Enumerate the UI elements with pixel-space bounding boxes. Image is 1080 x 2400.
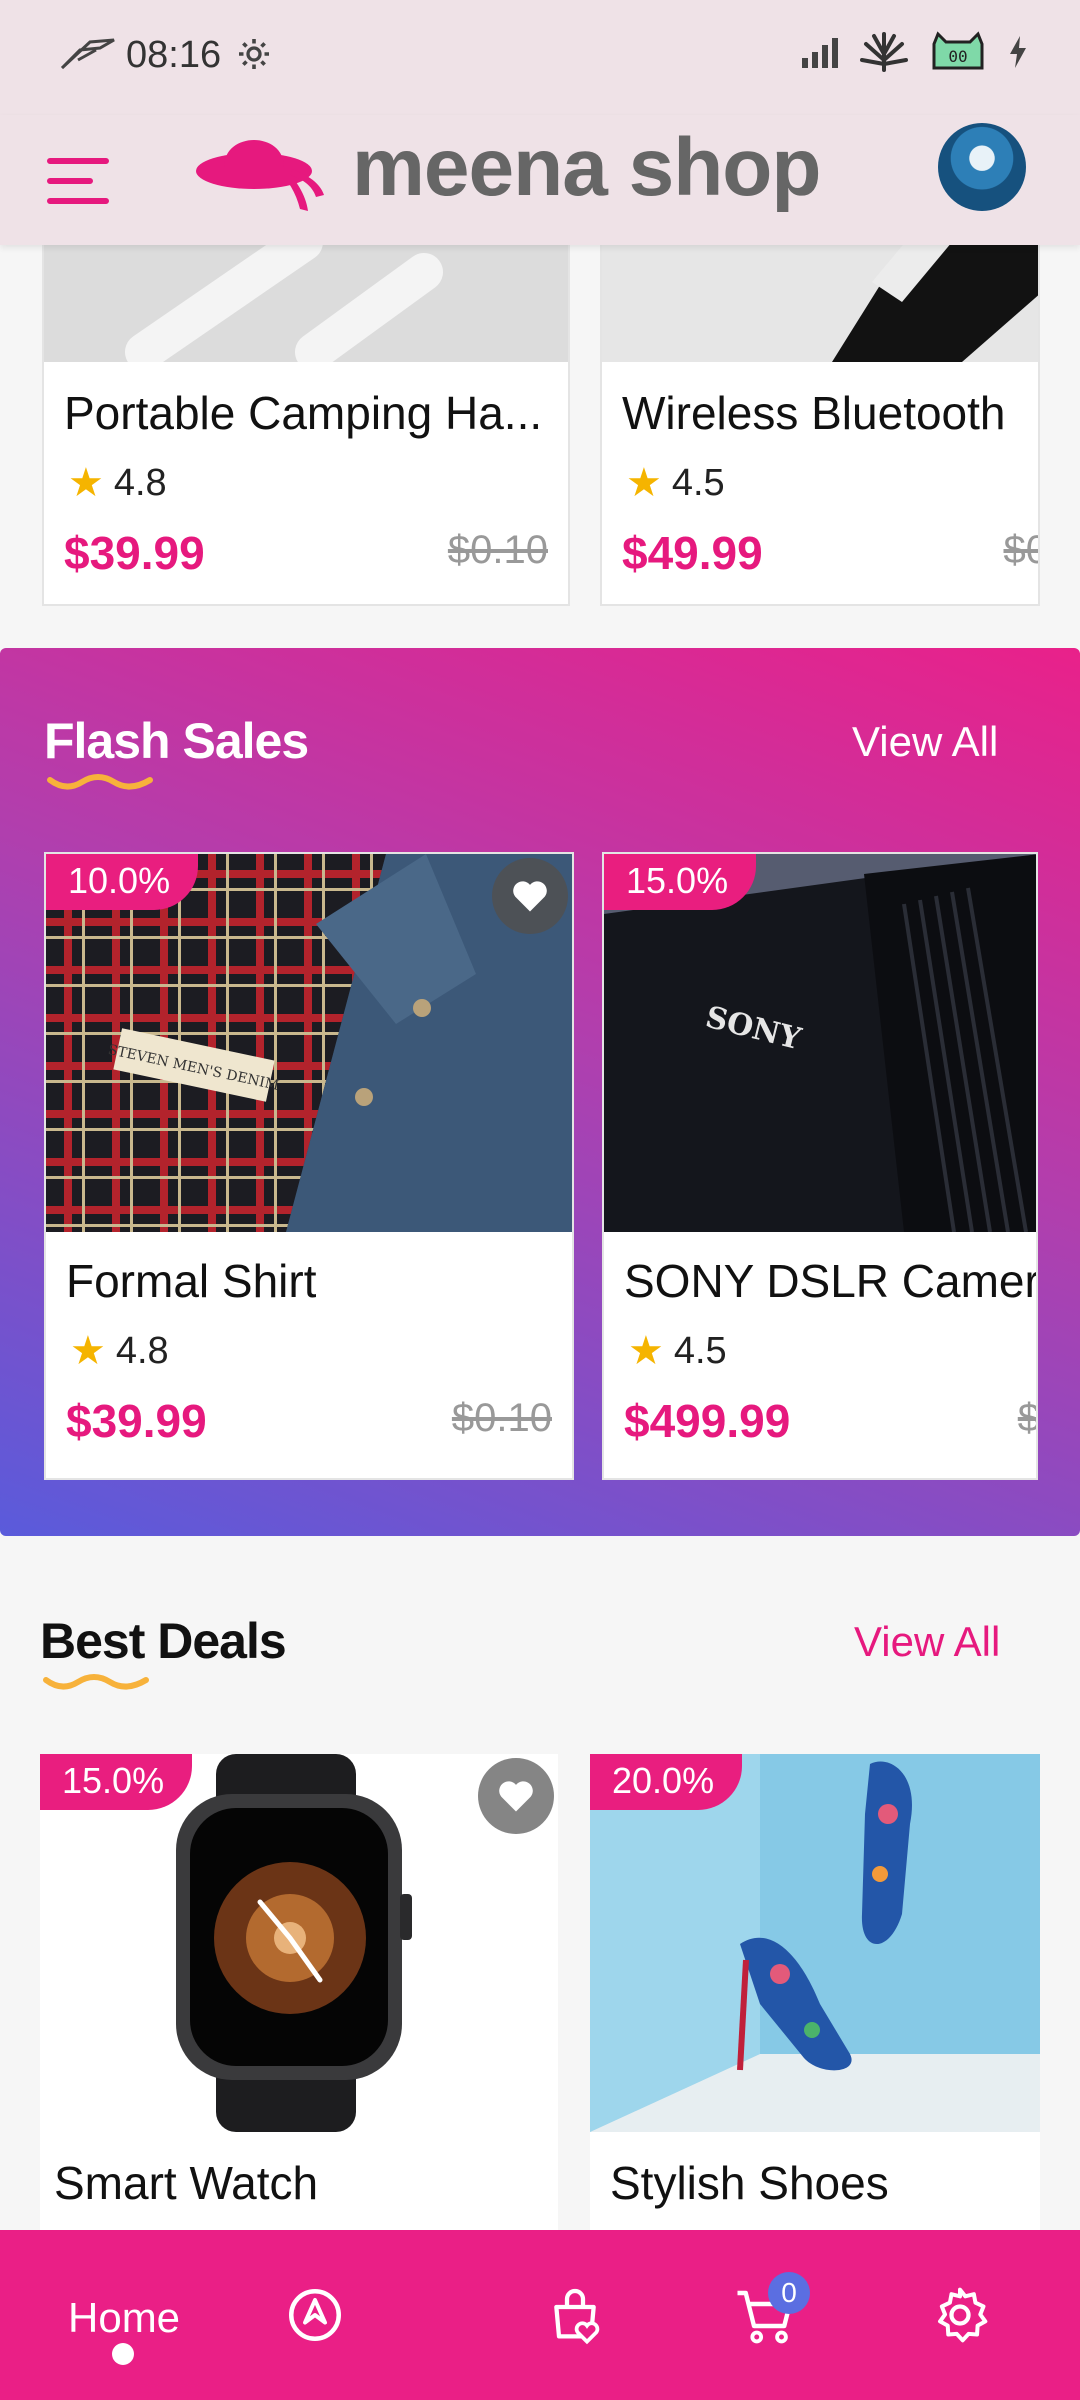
product-price: $49.99 xyxy=(622,527,763,579)
product-title: SONY DSLR Camera xyxy=(624,1255,1038,1307)
nav-cart[interactable] xyxy=(710,2230,820,2400)
bottom-nav: Home xyxy=(0,2230,1080,2400)
view-all-link[interactable]: View All xyxy=(854,1618,1000,1666)
star-icon: ★ xyxy=(626,461,662,505)
product-card[interactable]: Wireless Bluetooth ★ 4.5 $49.99 $0 xyxy=(600,200,1040,606)
rating-value: 4.8 xyxy=(115,1329,169,1372)
product-image: STEVEN MEN'S DENIM xyxy=(46,854,572,1232)
app-header: meena shop xyxy=(0,115,1080,245)
product-image xyxy=(590,1754,1040,2132)
product-old-price: $ xyxy=(1017,1396,1038,1440)
product-price: $39.99 xyxy=(64,527,205,579)
nav-home[interactable]: Home xyxy=(30,2230,220,2400)
product-title: Wireless Bluetooth xyxy=(622,387,1006,439)
bag-heart-icon xyxy=(554,2288,600,2345)
flash-sales-section: Flash Sales View All STEVEN MEN'S DENIM … xyxy=(0,648,1080,1536)
rating-value: 4.5 xyxy=(673,1329,727,1372)
discount-badge: 20.0% xyxy=(590,1754,743,1810)
title-underline xyxy=(47,774,153,790)
avatar[interactable] xyxy=(938,123,1026,211)
product-price: $39.99 xyxy=(66,1395,207,1447)
nav-settings[interactable] xyxy=(900,2230,1020,2400)
rog-logo-icon xyxy=(60,38,115,70)
discount-badge: 15.0% xyxy=(604,854,757,910)
view-all-link[interactable]: View All xyxy=(852,718,998,766)
star-icon: ★ xyxy=(70,1329,106,1373)
product-card[interactable]: STEVEN MEN'S DENIM 10.0% Formal Shirt ★ … xyxy=(44,852,574,1480)
shoes-illustration xyxy=(590,1754,1040,2132)
heart-icon xyxy=(513,881,547,912)
cat-battery-icon: 00 xyxy=(932,31,984,70)
leaf-icon xyxy=(860,32,908,72)
nav-home-label: Home xyxy=(68,2294,181,2341)
active-indicator xyxy=(112,2343,134,2365)
section-title: Best Deals xyxy=(40,1613,287,1669)
status-time: 08:16 xyxy=(126,34,222,76)
product-title: Stylish Shoes xyxy=(610,2157,889,2209)
nav-wishlist[interactable] xyxy=(520,2230,630,2400)
product-rating: ★ 4.8 xyxy=(70,1328,169,1374)
nav-explore[interactable] xyxy=(260,2230,370,2400)
menu-icon[interactable] xyxy=(46,139,110,219)
star-icon: ★ xyxy=(68,461,104,505)
section-title: Flash Sales xyxy=(44,713,309,769)
product-old-price: $0 xyxy=(1003,528,1039,572)
product-old-price: $0.10 xyxy=(451,1396,552,1440)
product-card[interactable]: 20.0% Stylish Shoes xyxy=(590,1754,1040,2230)
discount-badge: 15.0% xyxy=(40,1754,193,1810)
rating-value: 4.5 xyxy=(671,461,725,504)
favorite-button[interactable] xyxy=(478,1758,554,1834)
camera-lens-illustration: SONY xyxy=(604,854,1036,1232)
product-image: SONY xyxy=(604,854,1036,1232)
explore-icon xyxy=(289,2289,341,2341)
status-bar: 08:16 00 xyxy=(0,0,1080,115)
star-icon: ★ xyxy=(628,1329,664,1373)
product-card[interactable]: Portable Camping Ha... ★ 4.8 $39.99 $0.1… xyxy=(42,200,570,606)
svg-text:00: 00 xyxy=(948,47,967,66)
shirt-illustration: STEVEN MEN'S DENIM xyxy=(46,854,572,1232)
signal-icon xyxy=(802,38,838,68)
product-price: $499.99 xyxy=(624,1395,791,1447)
title-underline xyxy=(43,1674,149,1690)
product-card[interactable]: 15.0% Smart Watch xyxy=(40,1754,558,2230)
product-rating: ★ 4.5 xyxy=(626,460,725,506)
product-title: Portable Camping Ha... xyxy=(64,387,543,439)
cart-count-badge: 0 xyxy=(768,2272,810,2314)
favorite-button[interactable] xyxy=(492,858,568,934)
product-title: Smart Watch xyxy=(54,2157,319,2209)
product-rating: ★ 4.8 xyxy=(68,460,167,506)
product-card[interactable]: SONY 15.0% SONY DSLR Camera ★ 4.5 $499.9… xyxy=(602,852,1038,1480)
brand-name: meena shop xyxy=(352,122,821,213)
product-title: Formal Shirt xyxy=(66,1255,317,1307)
charging-icon xyxy=(1010,36,1026,68)
settings-icon xyxy=(938,2287,988,2343)
status-indicators: 00 xyxy=(800,30,1028,74)
heart-icon xyxy=(499,1781,533,1812)
discount-badge: 10.0% xyxy=(46,854,199,910)
settings-status-icon xyxy=(239,39,269,69)
product-rating: ★ 4.5 xyxy=(628,1328,727,1374)
product-old-price: $0.10 xyxy=(447,528,548,572)
logo-hat-icon xyxy=(196,140,324,211)
rating-value: 4.8 xyxy=(113,461,167,504)
